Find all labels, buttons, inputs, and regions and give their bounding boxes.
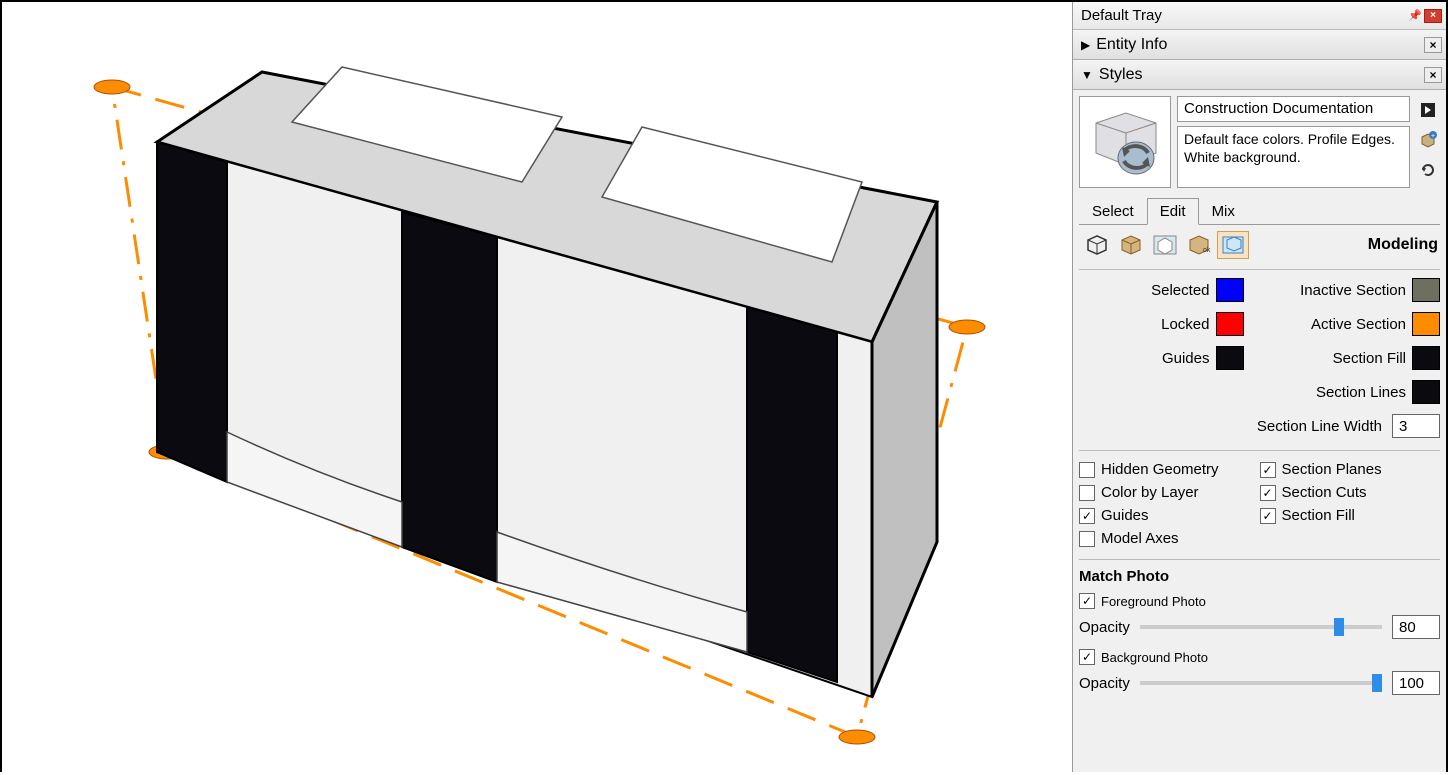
selected-color-label: Selected — [1079, 282, 1210, 299]
section-planes-label: Section Planes — [1282, 461, 1382, 478]
background-photo-label: Background Photo — [1101, 650, 1208, 665]
svg-text:+: + — [1431, 133, 1435, 140]
entity-info-label: Entity Info — [1096, 36, 1424, 54]
chevron-right-icon: ▶ — [1081, 38, 1090, 52]
section-fill-checkbox-label: Section Fill — [1282, 507, 1355, 524]
background-settings-button[interactable] — [1149, 231, 1181, 259]
guides-color-swatch[interactable] — [1216, 346, 1244, 370]
style-tabs: Select Edit Mix — [1079, 198, 1440, 225]
tray-titlebar[interactable]: Default Tray 📌 × — [1073, 2, 1446, 30]
color-by-layer-checkbox[interactable] — [1079, 485, 1095, 501]
style-name-input[interactable]: Construction Documentation — [1177, 96, 1410, 122]
color-by-layer-label: Color by Layer — [1101, 484, 1199, 501]
section-lines-color-swatch[interactable] — [1412, 380, 1440, 404]
match-photo-title: Match Photo — [1079, 568, 1440, 585]
section-line-width-label: Section Line Width — [1257, 418, 1382, 435]
hidden-geometry-checkbox[interactable] — [1079, 462, 1095, 478]
svg-text:ok: ok — [1203, 247, 1211, 254]
viewport[interactable] — [2, 2, 1072, 772]
section-lines-color-label: Section Lines — [1276, 384, 1407, 401]
entity-info-header[interactable]: ▶ Entity Info × — [1073, 30, 1446, 60]
foreground-photo-checkbox[interactable] — [1079, 593, 1095, 609]
style-description-input[interactable]: Default face colors. Profile Edges. Whit… — [1177, 126, 1410, 188]
opacity-label: Opacity — [1079, 619, 1130, 636]
section-title: Modeling — [1368, 236, 1438, 254]
model-axes-checkbox[interactable] — [1079, 531, 1095, 547]
foreground-opacity-slider[interactable] — [1140, 625, 1382, 629]
background-photo-checkbox[interactable] — [1079, 649, 1095, 665]
refresh-icon[interactable] — [1418, 160, 1438, 180]
locked-color-label: Locked — [1079, 316, 1210, 333]
section-fill-color-label: Section Fill — [1276, 350, 1407, 367]
section-cuts-label: Section Cuts — [1282, 484, 1367, 501]
close-icon[interactable]: × — [1424, 37, 1442, 53]
styles-panel: Construction Documentation Default face … — [1073, 90, 1446, 711]
watermark-settings-button[interactable]: ok — [1183, 231, 1215, 259]
face-settings-button[interactable] — [1115, 231, 1147, 259]
default-tray: Default Tray 📌 × ▶ Entity Info × ▼ Style… — [1072, 2, 1446, 772]
guides-checkbox[interactable] — [1079, 508, 1095, 524]
active-section-color-label: Active Section — [1276, 316, 1407, 333]
tray-title: Default Tray — [1081, 7, 1408, 24]
section-line-width-input[interactable] — [1392, 414, 1440, 438]
close-icon[interactable]: × — [1424, 9, 1442, 23]
guides-color-label: Guides — [1079, 350, 1210, 367]
tab-select[interactable]: Select — [1079, 198, 1147, 225]
opacity-label: Opacity — [1079, 675, 1130, 692]
hidden-geometry-label: Hidden Geometry — [1101, 461, 1219, 478]
tab-edit[interactable]: Edit — [1147, 198, 1199, 225]
refresh-icon — [1086, 103, 1164, 181]
close-icon[interactable]: × — [1424, 67, 1442, 83]
locked-color-swatch[interactable] — [1216, 312, 1244, 336]
styles-header[interactable]: ▼ Styles × — [1073, 60, 1446, 90]
background-opacity-slider[interactable] — [1140, 681, 1382, 685]
modeling-settings-button[interactable] — [1217, 231, 1249, 259]
style-thumbnail[interactable] — [1079, 96, 1171, 188]
guides-checkbox-label: Guides — [1101, 507, 1149, 524]
styles-label: Styles — [1099, 66, 1424, 84]
tab-mix[interactable]: Mix — [1199, 198, 1248, 225]
section-fill-checkbox[interactable] — [1260, 508, 1276, 524]
model-axes-label: Model Axes — [1101, 530, 1179, 547]
background-opacity-value[interactable]: 100 — [1392, 671, 1440, 695]
inactive-section-color-label: Inactive Section — [1276, 282, 1407, 299]
pin-icon[interactable]: 📌 — [1408, 9, 1422, 23]
section-planes-checkbox[interactable] — [1260, 462, 1276, 478]
model-view — [2, 2, 1072, 772]
inactive-section-color-swatch[interactable] — [1412, 278, 1440, 302]
foreground-photo-label: Foreground Photo — [1101, 594, 1206, 609]
chevron-down-icon: ▼ — [1081, 68, 1093, 82]
section-fill-color-swatch[interactable] — [1412, 346, 1440, 370]
foreground-opacity-value[interactable]: 80 — [1392, 615, 1440, 639]
section-cuts-checkbox[interactable] — [1260, 485, 1276, 501]
update-style-icon[interactable] — [1418, 100, 1438, 120]
active-section-color-swatch[interactable] — [1412, 312, 1440, 336]
edge-settings-button[interactable] — [1081, 231, 1113, 259]
create-style-icon[interactable]: + — [1418, 130, 1438, 150]
selected-color-swatch[interactable] — [1216, 278, 1244, 302]
